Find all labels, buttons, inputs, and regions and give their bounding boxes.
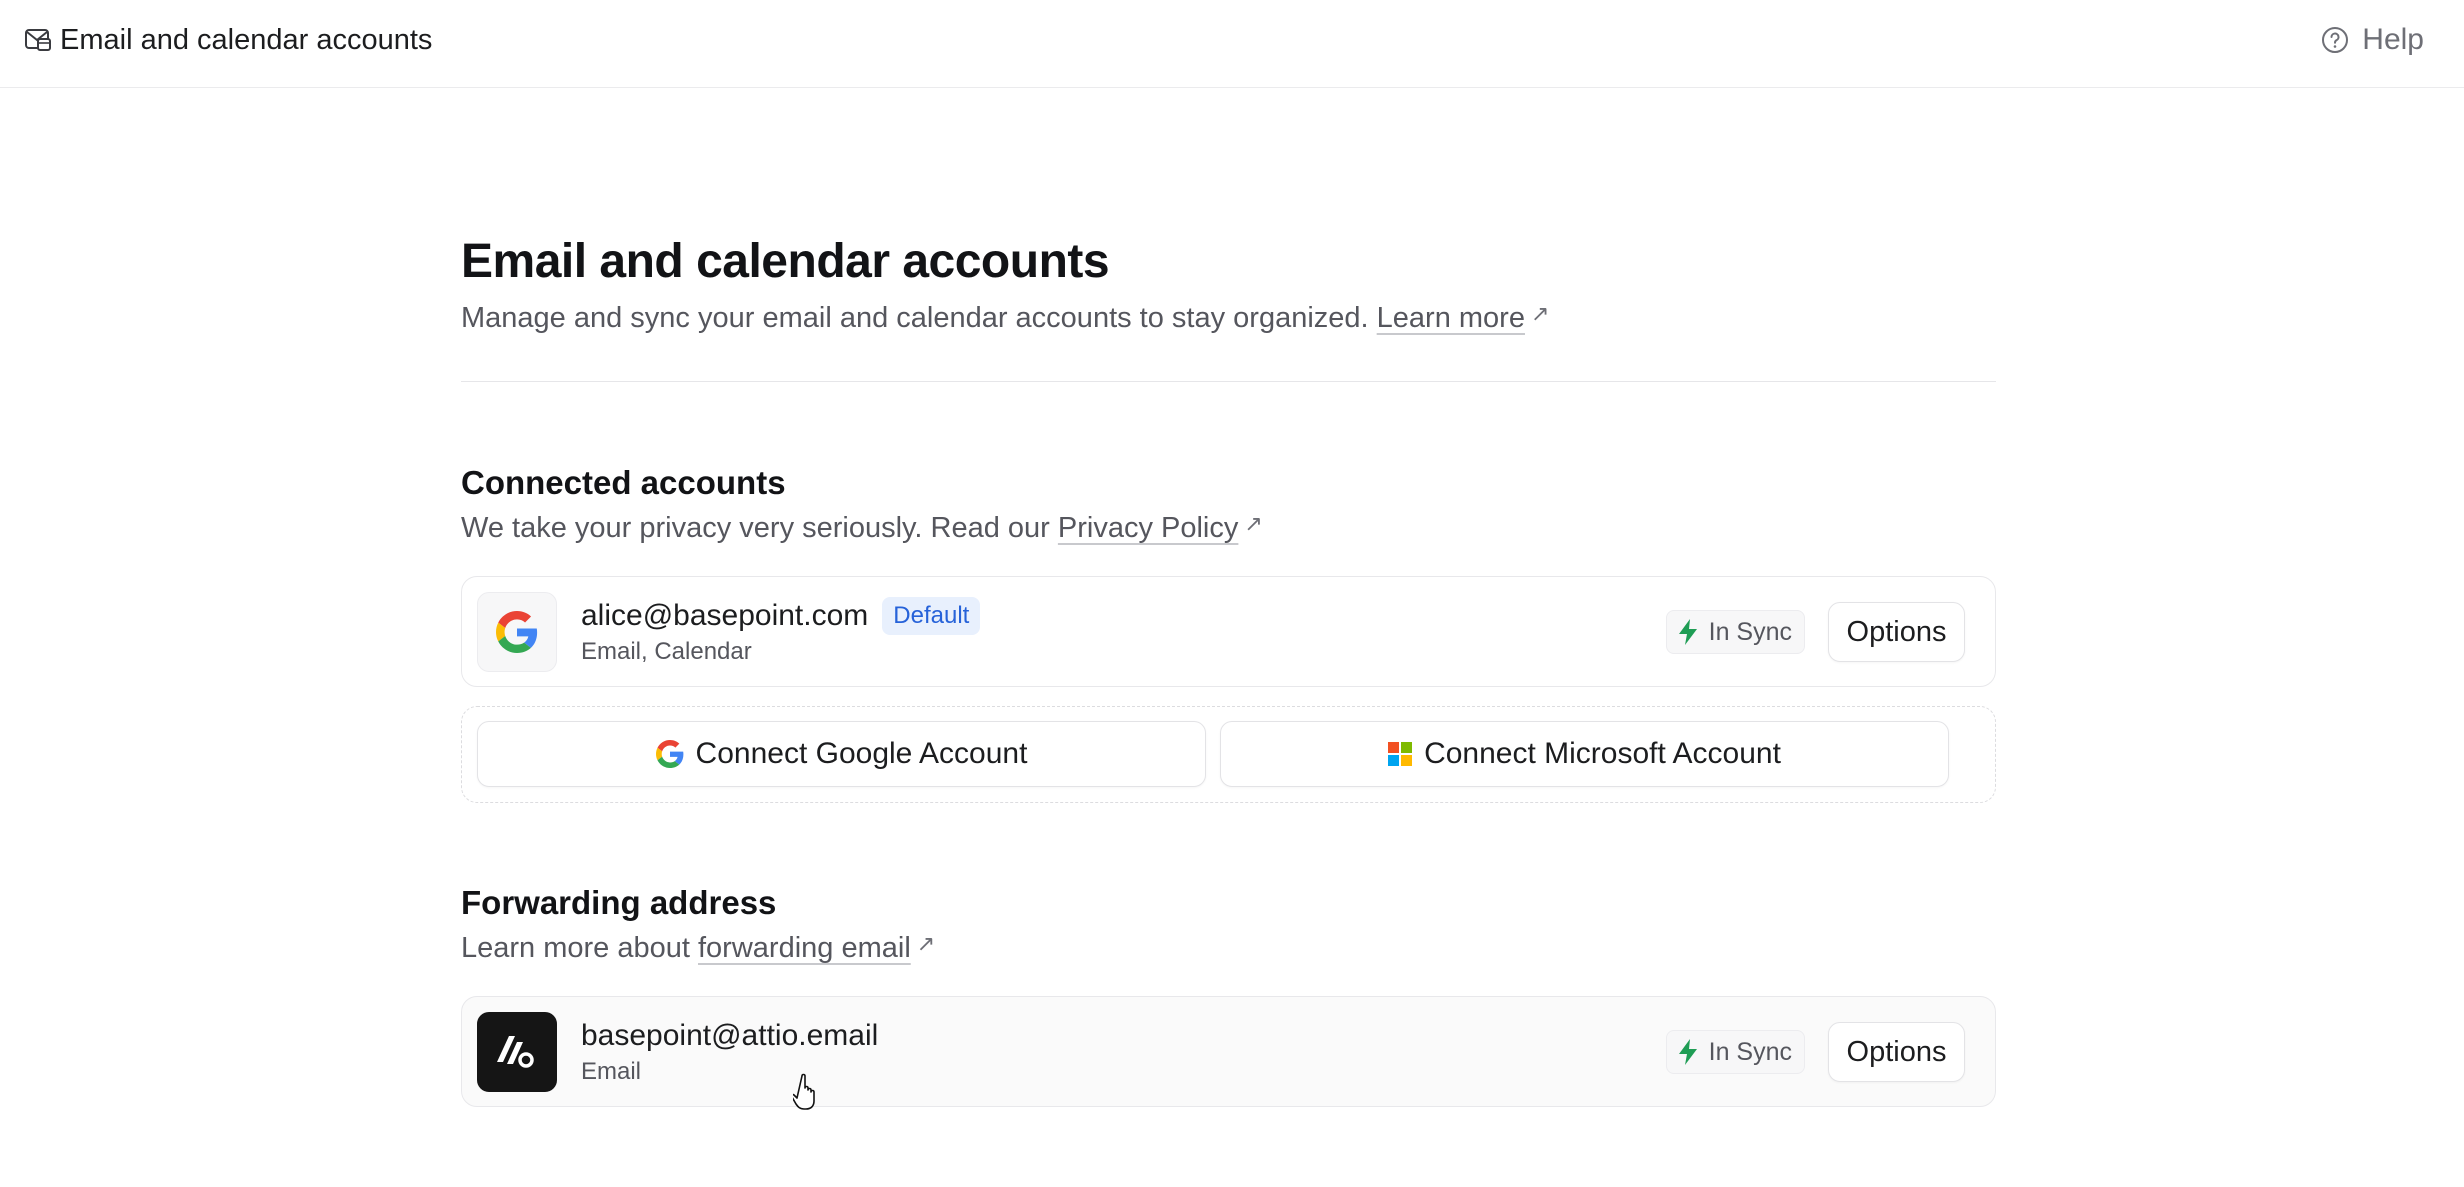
forwarding-card: basepoint@attio.email Email In Sync Opti… [461,996,1996,1107]
connect-google-button[interactable]: Connect Google Account [477,721,1206,787]
account-meta: Email, Calendar [581,638,752,665]
forwarding-text: Learn more about [461,932,690,964]
external-arrow-icon: ↗ [1530,301,1550,326]
hand-cursor-icon [793,1073,815,1110]
top-bar: Email and calendar accounts Help [0,0,2464,88]
account-email: alice@basepoint.com [581,599,869,632]
attio-logo-icon [497,1036,534,1068]
help-button[interactable]: Help [2320,20,2424,60]
page-title: Email and calendar accounts [461,235,1110,288]
google-logo [477,592,557,672]
lightning-icon [1678,1039,1697,1065]
sync-status-label: In Sync [1708,617,1792,646]
external-arrow-icon: ↗ [1244,511,1263,536]
connected-accounts-title: Connected accounts [461,464,786,501]
privacy-text: We take your privacy very seriously. Rea… [461,512,1050,544]
connect-accounts-area: Connect Google Account Connect Microsoft… [461,706,1996,803]
forwarding-meta: Email [581,1058,642,1085]
forwarding-email-link[interactable]: forwarding email [698,932,911,964]
divider [461,381,1996,382]
connect-google-label: Connect Google Account [695,737,1028,770]
sync-status-label: In Sync [1708,1037,1792,1066]
top-bar-title: Email and calendar accounts [60,24,433,56]
connected-accounts-subtitle: We take your privacy very seriously. Rea… [461,504,1263,548]
page-subtitle-text: Manage and sync your email and calendar … [461,302,1369,334]
attio-logo [477,1012,557,1092]
connect-microsoft-label: Connect Microsoft Account [1424,737,1781,770]
google-icon [496,611,538,653]
privacy-policy-link[interactable]: Privacy Policy [1058,512,1239,544]
learn-more-link[interactable]: Learn more [1377,302,1525,334]
google-icon [655,740,683,768]
mail-calendar-icon [25,29,51,51]
help-label: Help [2362,23,2424,56]
forwarding-options-button[interactable]: Options [1828,1022,1965,1082]
external-arrow-icon: ↗ [916,931,936,956]
lightning-icon [1678,619,1697,645]
question-circle-icon [2322,27,2349,53]
forwarding-address-title: Forwarding address [461,884,777,921]
sync-status-badge: In Sync [1665,1030,1805,1074]
account-card: alice@basepoint.com Default Email, Calen… [461,576,1996,687]
forwarding-email: basepoint@attio.email [581,1019,879,1052]
forwarding-address-subtitle: Learn more about forwarding email ↗ [461,924,935,968]
account-options-button[interactable]: Options [1828,602,1965,662]
default-badge: Default [882,597,981,635]
sync-status-badge: In Sync [1665,610,1805,654]
connect-microsoft-button[interactable]: Connect Microsoft Account [1220,721,1949,787]
microsoft-icon [1388,742,1413,766]
forwarding-email-row: basepoint@attio.email [581,1015,878,1057]
account-email-row: alice@basepoint.com Default [581,595,981,637]
page-subtitle: Manage and sync your email and calendar … [461,294,1549,338]
